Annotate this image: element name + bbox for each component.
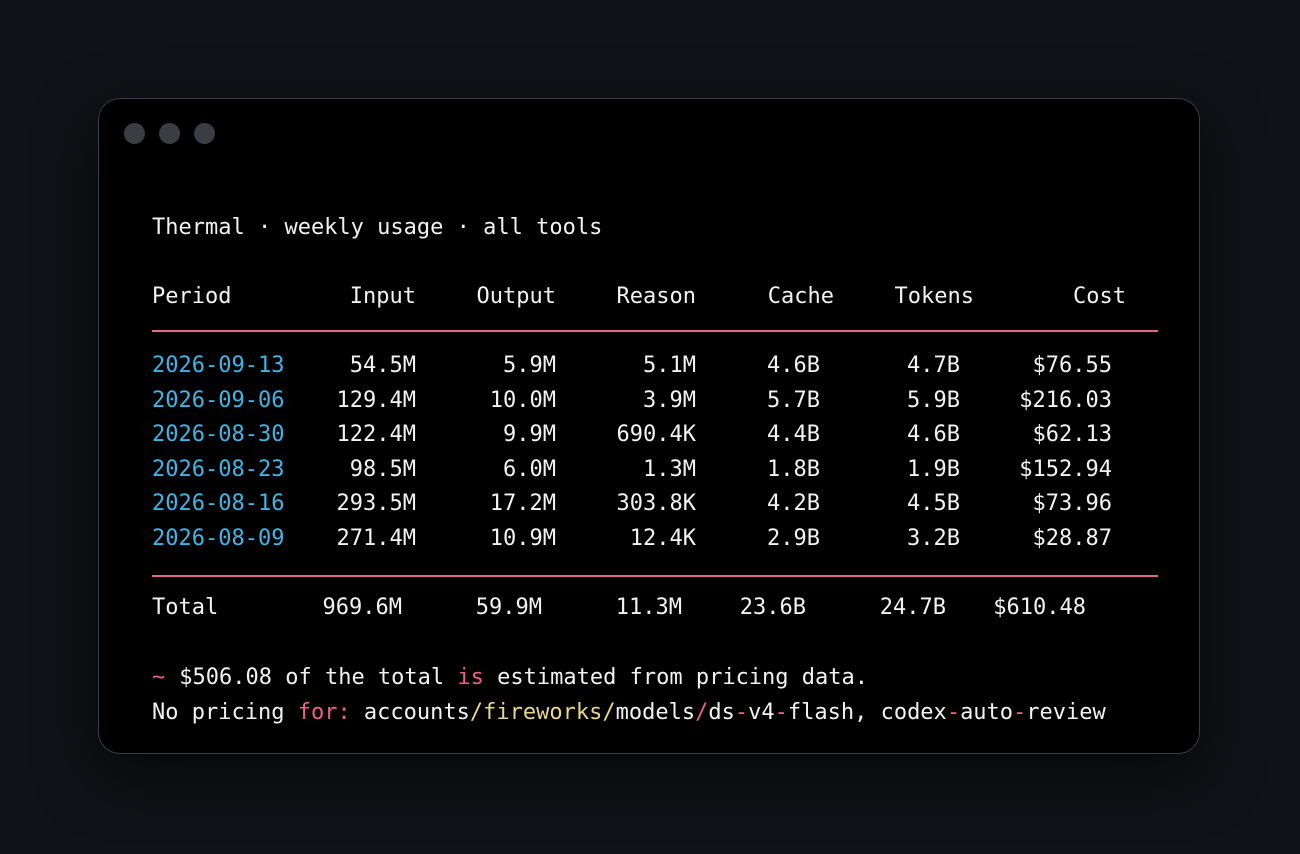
header-tokens: Tokens [894,284,974,309]
terminal-window: Thermal · weekly usage · all tools Perio… [98,98,1200,754]
cell-cache: 4.2B [767,491,820,517]
cell-cache: 1.8B [767,456,820,482]
cell-output: 10.0M [489,387,556,413]
header-rule [152,330,1158,332]
path-part: review [1026,700,1106,725]
header-period: Period [152,284,232,309]
close-dot-icon[interactable] [124,123,145,144]
cell-reason: 1.3M [643,456,696,482]
cell-cache: 2.9B [767,526,820,551]
cell-cost: $152.94 [1019,456,1112,482]
cell-reason: 5.1M [643,353,696,378]
total-label: Total [152,595,219,620]
total-reason: 11.3M [615,595,682,620]
table-row: 2026-08-16 293.5M 17.2M 303.8K 4.2B 4.5B $73.9… [152,489,1162,519]
table-row: 2026-09-06 129.4M 10.0M 3.9M 5.7B 5.9B $216.03 [152,386,1162,416]
path-sep: - [1013,700,1027,725]
path-part: flash, codex [787,700,947,725]
header-output: Output [476,284,556,309]
total-tokens: 24.7B [879,595,946,620]
estimate-note: ~ $506.08 of the total is estimated from … [152,663,868,693]
cell-period: 2026-08-23 [152,456,285,482]
cell-cache: 5.7B [767,387,820,413]
header-input: Input [349,284,416,309]
cell-cache: 4.4B [767,422,820,448]
path-part: ds [708,700,735,725]
cell-tokens: 3.2B [907,526,960,551]
table-header: Period Input Output Reason Cache Tokens … [152,282,1162,312]
cell-cost: $28.87 [1032,526,1112,551]
cell-reason: 12.4K [629,526,696,551]
path-sep: - [734,700,749,725]
cell-cost: $216.03 [1019,387,1112,413]
total-cost: $610.48 [993,595,1086,620]
tilde-marker: ~ [152,665,166,690]
cell-reason: 3.9M [643,387,696,413]
cell-input: 293.5M [336,491,416,517]
path-part: accounts [350,700,470,725]
cell-cost: $76.55 [1032,353,1112,378]
cell-output: 5.9M [503,353,556,378]
cell-output: 6.0M [503,456,556,482]
table-row: 2026-09-13 54.5M 5.9M 5.1M 4.6B 4.7B $76.55 [152,351,1162,381]
cell-output: 10.9M [489,526,556,551]
table-row: 2026-08-23 98.5M 6.0M 1.3M 1.8B 1.9B $152.94 [152,455,1162,485]
cell-input: 271.4M [336,526,416,551]
cell-reason: 690.4K [616,422,696,448]
total-cache: 23.6B [739,595,806,620]
total-row: Total 969.6M 59.9M 11.3M 23.6B 24.7B $61… [152,593,1162,623]
path-part: auto [960,700,1014,725]
cell-output: 9.9M [503,422,556,448]
total-output: 59.9M [475,595,542,620]
cell-input: 98.5M [349,456,416,482]
header-reason: Reason [616,284,696,309]
estimate-is: is [457,665,484,690]
no-pricing-for: for: [297,700,351,725]
total-input: 969.6M [322,595,402,620]
cell-tokens: 4.5B [907,491,960,517]
path-sep: / [695,700,709,725]
estimate-amount: $506.08 [179,665,272,690]
cell-period: 2026-09-13 [152,353,285,378]
cell-reason: 303.8K [616,491,696,517]
header-cost: Cost [1073,284,1126,309]
no-pricing-label: No pricing [152,700,298,725]
cell-input: 54.5M [349,353,416,378]
header-cache: Cache [767,284,834,309]
cell-cost: $73.96 [1032,491,1112,517]
cell-tokens: 1.9B [907,456,960,482]
cell-period: 2026-09-06 [152,387,285,413]
cell-output: 17.2M [489,491,556,517]
cell-period: 2026-08-16 [152,491,285,517]
path-part: fireworks [483,700,603,725]
cell-input: 129.4M [336,387,416,413]
no-pricing-note: No pricing for: accounts/fireworks/model… [152,698,1106,728]
cell-tokens: 4.6B [907,422,960,448]
cell-cost: $62.13 [1032,422,1112,448]
estimate-text-2: estimated from pricing data. [483,665,869,690]
cell-cache: 4.6B [767,353,820,378]
path-part: v4 [748,700,775,725]
path-sep: / [602,700,616,725]
path-sep: - [946,700,961,725]
report-title: Thermal · weekly usage · all tools [152,215,603,240]
cell-period: 2026-08-30 [152,422,285,448]
table-row: 2026-08-30 122.4M 9.9M 690.4K 4.4B 4.6B $62.13 [152,420,1162,450]
path-sep: - [774,700,788,725]
cell-input: 122.4M [336,422,416,448]
total-rule [152,575,1158,577]
estimate-text-1: of the total [271,665,458,690]
cell-tokens: 4.7B [907,353,960,378]
path-part: models [615,700,696,725]
terminal-output: Thermal · weekly usage · all tools Perio… [152,99,1162,725]
cell-period: 2026-08-09 [152,526,285,551]
path-sep: / [469,700,484,725]
cell-tokens: 5.9B [907,387,960,413]
table-row: 2026-08-09 271.4M 10.9M 12.4K 2.9B 3.2B $28.87 [152,524,1162,554]
